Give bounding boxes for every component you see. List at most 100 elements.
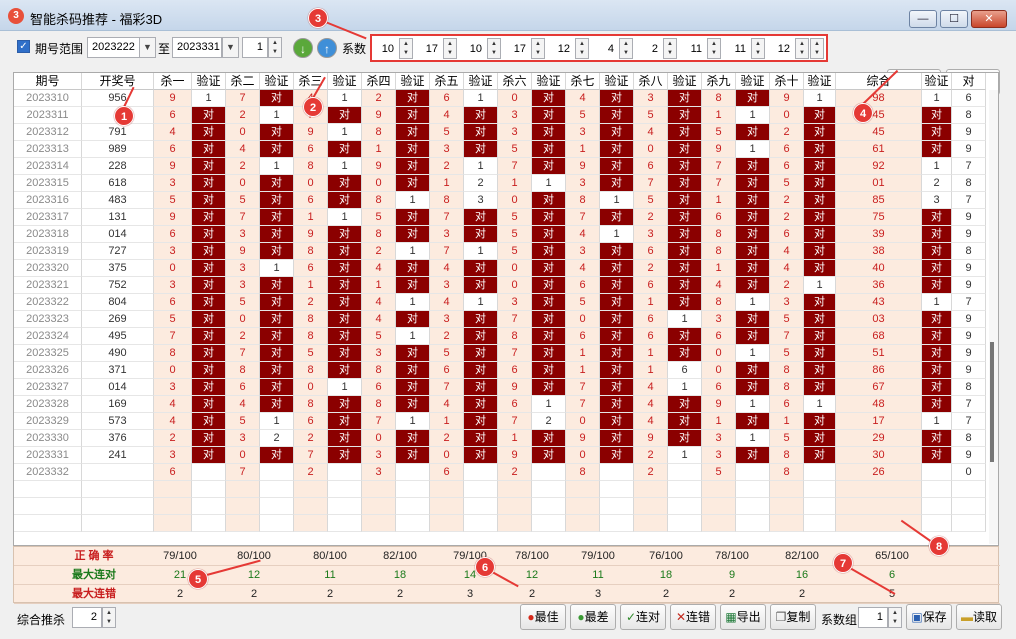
coef-stepper-7[interactable]: ▲ ▼ — [663, 38, 677, 59]
coef-stepper-4[interactable]: ▲ ▼ — [531, 38, 545, 59]
table-cell: 对 — [328, 413, 362, 430]
coef-input-7[interactable]: 2 — [636, 39, 662, 59]
table-row[interactable]: 2023314 228 9 对 2 1 8 1 9 对 2 1 7 对 9 对 6 对 7 对 6 对 92 1 7 — [14, 158, 998, 175]
table-row[interactable]: 2023312 791 4 对 0 对 9 1 8 对 5 对 3 对 3 对 4 对 5 对 2 对 45 对 9 — [14, 124, 998, 141]
best-button[interactable]: ●最佳 — [520, 604, 566, 630]
table-row[interactable]: 2023325 490 8 对 7 对 5 对 3 对 5 对 7 对 1 对 1 对 0 1 5 对 51 对 9 — [14, 345, 998, 362]
table-row[interactable]: 202331126对217对9对4对3对5对5对110对45对8 — [14, 107, 998, 124]
table-row[interactable]: 2023327 014 3 对 6 对 0 1 6 对 7 对 9 对 7 对 4 1 6 对 8 对 67 对 8 — [14, 379, 998, 396]
to-period-dropdown[interactable]: ▼ — [222, 37, 239, 58]
download-icon[interactable]: ↓ — [293, 38, 313, 58]
miss-button[interactable]: ✕连错 — [670, 604, 716, 630]
coef-input-4[interactable]: 17 — [504, 39, 530, 59]
empty-cell — [154, 481, 192, 498]
export-button[interactable]: ▦导出 — [720, 604, 766, 630]
scrollbar-thumb[interactable] — [990, 342, 994, 462]
group-stepper[interactable]: ▲ ▼ — [888, 607, 902, 628]
table-row[interactable]: 2023324 495 7 对 2 对 8 对 5 1 2 对 8 对 6 对 6 对 6 对 7 对 68 对 9 — [14, 328, 998, 345]
coef-stepper-3[interactable]: ▲ ▼ — [487, 38, 501, 59]
combine-stepper[interactable]: ▲ ▼ — [102, 607, 116, 628]
close-button[interactable]: ✕ — [971, 10, 1007, 28]
table-row[interactable]: 2023328 169 4 对 4 对 8 对 8 对 4 对 6 1 7 对 4 对 9 1 6 1 48 对 7 — [14, 396, 998, 413]
maximize-button[interactable]: ☐ — [940, 10, 968, 28]
table-row[interactable]: 2023331 241 3 对 0 对 7 对 3 对 0 对 9 对 0 对 2 1 3 对 8 对 30 对 9 — [14, 447, 998, 464]
table-row[interactable]: 2023326 371 0 对 8 对 8 对 8 对 6 对 6 对 1 对 1 6 0 对 8 对 86 对 9 — [14, 362, 998, 379]
table-cell: 9 — [362, 158, 396, 175]
empty-row — [14, 515, 998, 532]
table-row[interactable]: 2023316 483 5 对 5 对 6 对 8 1 8 3 0 对 8 1 5 对 1 对 2 对 85 3 7 — [14, 192, 998, 209]
coef-stepper-5[interactable]: ▲ ▼ — [575, 38, 589, 59]
annotation-marker-3: 3 — [308, 8, 328, 28]
table-cell: 29 — [836, 430, 922, 447]
table-cell: 752 — [82, 277, 154, 294]
table-cell: 8 — [566, 464, 600, 481]
upload-icon[interactable]: ↑ — [317, 38, 337, 58]
coef-stepper-1[interactable]: ▲ ▼ — [399, 38, 413, 59]
to-period-input[interactable]: 2023331 — [172, 37, 222, 58]
coef-input-3[interactable]: 10 — [460, 39, 486, 59]
table-cell: 2023331 — [14, 447, 82, 464]
coef-input-6[interactable]: 4 — [592, 39, 618, 59]
table-cell: 1 — [328, 209, 362, 226]
table-row[interactable]: 2023323 269 5 对 0 对 8 对 4 对 3 对 7 对 0 对 6 1 3 对 5 对 03 对 9 — [14, 311, 998, 328]
coef-input-2[interactable]: 17 — [416, 39, 442, 59]
table-cell: 对 — [922, 277, 952, 294]
combine-input[interactable]: 2 — [72, 607, 102, 628]
coef-stepper-10[interactable]: ▲ ▼ — [795, 38, 809, 59]
table-cell: 791 — [82, 124, 154, 141]
coef-input-8[interactable]: 11 — [680, 39, 706, 59]
table-cell: 对 — [192, 226, 226, 243]
coef-input-1[interactable]: 10 — [372, 39, 398, 59]
table-row[interactable]: 2023330 376 2 对 3 2 2 对 0 对 2 对 1 对 9 对 9 对 3 1 5 对 29 对 8 — [14, 430, 998, 447]
streak-button[interactable]: ✓连对 — [620, 604, 666, 630]
stats-value: 2 — [326, 588, 334, 600]
table-cell: 对 — [260, 345, 294, 362]
vertical-scrollbar[interactable] — [989, 90, 998, 544]
table-cell: 对 — [600, 447, 634, 464]
minimize-button[interactable]: — — [909, 10, 937, 28]
table-row[interactable]: 2023318 014 6 对 3 对 9 对 8 对 3 对 5 对 4 1 3 对 8 对 6 对 39 对 9 — [14, 226, 998, 243]
cross-icon: ✕ — [675, 610, 687, 624]
from-period-input[interactable]: 2023222 — [87, 37, 143, 58]
coef-input-9[interactable]: 11 — [724, 39, 750, 59]
header-cell: 期号 — [14, 73, 82, 90]
window-title: 智能杀码推荐 - 福彩3D — [30, 12, 163, 27]
coef-stepper-9[interactable]: ▲ ▼ — [751, 38, 765, 59]
group-input[interactable]: 1 — [858, 607, 888, 628]
table-cell: 对 — [464, 260, 498, 277]
table-row[interactable]: 2023310956917对412对610对4对3对8对919816 — [14, 90, 998, 107]
coef-input-10[interactable]: 12 — [768, 39, 794, 59]
table-cell: 4 — [430, 260, 464, 277]
read-button[interactable]: ▬读取 — [956, 604, 1002, 630]
table-cell: 2023323 — [14, 311, 82, 328]
worst-button[interactable]: ●最差 — [570, 604, 616, 630]
copy-button[interactable]: ❐复制 — [770, 604, 816, 630]
header-cell: 杀二 — [226, 73, 260, 90]
table-cell: 4 — [154, 124, 192, 141]
count-stepper[interactable]: ▲ ▼ — [268, 37, 282, 58]
table-row[interactable]: 2023329 573 4 对 5 1 6 对 7 1 1 对 7 2 0 对 4 对 1 对 1 对 17 1 7 — [14, 413, 998, 430]
table-row[interactable]: 2023332 6 7 2 3 6 2 8 2 5 8 26 0 — [14, 464, 998, 481]
table-row[interactable]: 2023321 752 3 对 3 对 1 对 1 对 3 对 0 对 6 对 6 对 4 对 2 1 36 对 9 — [14, 277, 998, 294]
count-input[interactable]: 1 — [242, 37, 268, 58]
save-button[interactable]: ▣保存 — [906, 604, 952, 630]
from-period-dropdown[interactable]: ▼ — [139, 37, 156, 58]
period-range-checkbox[interactable]: ✓ — [17, 40, 30, 53]
table-cell: 4 — [154, 396, 192, 413]
table-cell: 7 — [226, 345, 260, 362]
coef-stepper-2[interactable]: ▲ ▼ — [443, 38, 457, 59]
table-row[interactable]: 2023322 804 6 对 5 对 2 对 4 1 4 1 3 对 5 对 1 对 8 1 3 对 43 1 7 — [14, 294, 998, 311]
table-row[interactable]: 2023315 618 3 对 0 对 0 对 0 对 1 2 1 1 3 对 7 对 7 对 5 对 01 2 8 — [14, 175, 998, 192]
table-row[interactable]: 2023320 375 0 对 3 1 6 对 4 对 4 对 0 对 4 对 2 对 1 对 4 对 40 对 9 — [14, 260, 998, 277]
coef-stepper-extra[interactable]: ▲ ▼ — [810, 38, 824, 59]
table-cell: 3 — [566, 175, 600, 192]
empty-cell — [836, 481, 922, 498]
coef-input-5[interactable]: 12 — [548, 39, 574, 59]
table-cell: 3 — [922, 192, 952, 209]
table-row[interactable]: 2023313 989 6 对 4 对 6 对 1 对 3 对 5 对 1 对 0 对 9 1 6 对 61 对 9 — [14, 141, 998, 158]
coef-stepper-8[interactable]: ▲ ▼ — [707, 38, 721, 59]
coef-stepper-6[interactable]: ▲ ▼ — [619, 38, 633, 59]
table-row[interactable]: 2023317 131 9 对 7 对 1 1 5 对 7 对 5 对 7 对 2 对 6 对 2 对 75 对 9 — [14, 209, 998, 226]
empty-cell — [736, 498, 770, 515]
table-row[interactable]: 2023319 727 3 对 9 对 8 对 2 1 7 1 5 对 3 对 6 对 8 对 4 对 38 对 8 — [14, 243, 998, 260]
